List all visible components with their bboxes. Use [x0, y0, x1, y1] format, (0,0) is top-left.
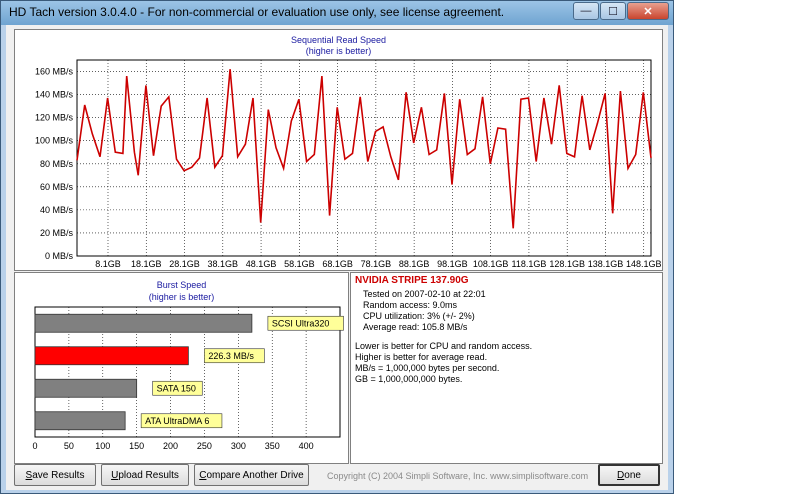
read-y-tick-label: 40 MB/s: [40, 205, 74, 215]
burst-x-tick-label: 250: [197, 441, 212, 451]
close-icon: ✕: [643, 5, 653, 18]
burst-chart-panel: Burst Speed (higher is better) 0 50 100 150…: [14, 272, 349, 464]
read-x-tick-label: 148.1GB: [626, 259, 662, 269]
cpu-utilization: CPU utilization: 3% (+/- 2%): [363, 311, 475, 321]
done-accel: D: [617, 469, 625, 481]
compare-drive-button[interactable]: Compare Another Drive: [194, 464, 309, 486]
burst-bar-label: SATA 150: [157, 383, 196, 393]
read-y-tick-label: 100 MB/s: [35, 136, 74, 146]
read-chart-panel: Sequential Read Speed (higher is better)…: [14, 29, 663, 271]
read-y-tick-label: 140 MB/s: [35, 90, 74, 100]
read-x-tick-label: 98.1GB: [437, 259, 468, 269]
read-y-tick-label: 60 MB/s: [40, 182, 74, 192]
upload-accel: U: [111, 469, 119, 481]
read-x-tick-label: 68.1GB: [322, 259, 353, 269]
maximize-icon: ☐: [608, 5, 618, 18]
burst-speed-chart: 0 50 100 150 200 250 300 350 400 SCSI Ultra320 226…: [32, 306, 344, 451]
compare-label: ompare Another Drive: [206, 469, 304, 481]
note-mbs: MB/s = 1,000,000 bytes per second.: [355, 363, 500, 373]
burst-x-tick-label: 150: [129, 441, 144, 451]
random-access: Random access: 9.0ms: [363, 300, 458, 310]
read-y-tick-label: 20 MB/s: [40, 228, 74, 238]
read-x-tick-label: 48.1GB: [246, 259, 277, 269]
read-x-tick-label: 28.1GB: [169, 259, 200, 269]
read-x-tick-label: 108.1GB: [473, 259, 509, 269]
read-y-tick-label: 0 MB/s: [45, 251, 74, 261]
upload-label: pload Results: [118, 469, 179, 481]
close-button[interactable]: ✕: [627, 2, 669, 20]
average-read: Average read: 105.8 MB/s: [363, 322, 468, 332]
done-button[interactable]: Done: [598, 464, 660, 486]
drive-name: NVIDIA STRIPE 137.90G: [355, 275, 469, 286]
note-gb: GB = 1,000,000,000 bytes.: [355, 374, 463, 384]
burst-x-tick-label: 400: [299, 441, 314, 451]
burst-bar: [34, 411, 126, 431]
burst-bar-label: SCSI Ultra320: [272, 318, 330, 328]
read-plot-area: [76, 59, 652, 257]
burst-x-tick-label: 350: [265, 441, 280, 451]
info-panel: NVIDIA STRIPE 137.90G Tested on 2007-02-…: [350, 272, 663, 464]
read-y-tick-label: 80 MB/s: [40, 159, 74, 169]
burst-x-tick-label: 200: [163, 441, 178, 451]
read-x-tick-label: 138.1GB: [588, 259, 624, 269]
done-label: one: [624, 469, 641, 481]
read-x-tick-label: 118.1GB: [511, 259, 546, 269]
window-title: HD Tach version 3.0.4.0 - For non-commer…: [9, 5, 505, 19]
note-cpu: Lower is better for CPU and random acces…: [355, 341, 533, 351]
burst-bar-label: 226.3 MB/s: [208, 351, 254, 361]
maximize-button[interactable]: ☐: [600, 2, 626, 20]
read-x-tick-label: 88.1GB: [399, 259, 430, 269]
copyright-text: Copyright (C) 2004 Simpli Software, Inc.…: [327, 471, 589, 481]
burst-x-tick-label: 100: [95, 441, 110, 451]
save-results-button[interactable]: Save Results: [14, 464, 96, 486]
title-bar[interactable]: HD Tach version 3.0.4.0 - For non-commer…: [1, 1, 673, 25]
burst-x-tick-label: 0: [32, 441, 37, 451]
save-label: ave Results: [32, 469, 85, 481]
burst-x-tick-label: 50: [64, 441, 74, 451]
upload-results-button[interactable]: Upload Results: [101, 464, 189, 486]
read-x-tick-label: 38.1GB: [208, 259, 239, 269]
read-x-tick-label: 128.1GB: [549, 259, 585, 269]
minimize-button[interactable]: —: [573, 2, 599, 20]
burst-bar-label: ATA UltraDMA 6: [145, 416, 209, 426]
burst-bar: [34, 378, 138, 398]
read-x-tick-label: 8.1GB: [95, 259, 121, 269]
read-x-tick-label: 78.1GB: [361, 259, 392, 269]
read-y-tick-label: 120 MB/s: [35, 113, 74, 123]
read-speed-chart: 0 MB/s 20 MB/s 40 MB/s 60 MB/s 80 MB/s 100 MB…: [35, 59, 662, 269]
minimize-icon: —: [580, 5, 592, 17]
read-x-tick-label: 58.1GB: [284, 259, 315, 269]
burst-x-tick-label: 300: [231, 441, 246, 451]
read-x-tick-label: 18.1GB: [131, 259, 162, 269]
note-read: Higher is better for average read.: [355, 352, 488, 362]
burst-bar: [34, 346, 189, 366]
hdtach-window: HD Tach version 3.0.4.0 - For non-commer…: [0, 0, 674, 494]
burst-bar: [34, 313, 253, 333]
tested-date: Tested on 2007-02-10 at 22:01: [363, 289, 486, 299]
save-accel: S: [25, 469, 33, 481]
client-area: Sequential Read Speed (higher is better)…: [6, 25, 668, 490]
compare-accel: C: [199, 469, 207, 481]
read-y-tick-label: 160 MB/s: [35, 67, 74, 77]
